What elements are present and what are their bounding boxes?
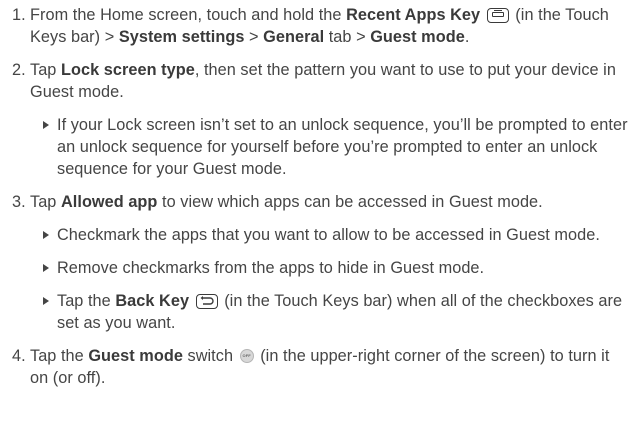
switch-icon: OFF: [239, 349, 254, 363]
document-page: 1. From the Home screen, touch and hold …: [0, 0, 637, 448]
bullet-triangle-icon: [43, 231, 49, 239]
step-2: 2. Tap Lock screen type, then set the pa…: [12, 59, 631, 103]
general-tab-label: General: [263, 28, 325, 46]
step-number: 2.: [12, 61, 26, 79]
step-number: 1.: [12, 6, 26, 24]
step-text: Tap: [30, 61, 61, 79]
sub-item: If your Lock screen isn’t set to an unlo…: [42, 114, 631, 180]
recent-apps-key-label: Recent Apps Key: [346, 6, 481, 24]
bullet-triangle-icon: [43, 297, 49, 305]
sub-item-text: If your Lock screen isn’t set to an unlo…: [57, 116, 628, 178]
recent-apps-key-icon: [486, 8, 509, 23]
system-settings-label: System settings: [118, 28, 245, 46]
step-1: 1. From the Home screen, touch and hold …: [12, 4, 631, 48]
guest-mode-switch-label: Guest mode: [88, 347, 183, 365]
back-key-icon: [195, 294, 218, 309]
lock-screen-type-label: Lock screen type: [60, 61, 195, 79]
allowed-app-label: Allowed app: [60, 193, 158, 211]
step-text: >: [244, 28, 264, 46]
step-text: .: [464, 28, 470, 46]
step-text: Tap: [30, 193, 61, 211]
step-text: Tap the: [30, 347, 89, 365]
step-4: 4. Tap the Guest mode switch OFF (in the…: [12, 345, 631, 389]
sub-item: Remove checkmarks from the apps to hide …: [42, 257, 631, 279]
sub-item-text: Checkmark the apps that you want to allo…: [57, 226, 600, 244]
bullet-triangle-icon: [43, 121, 49, 129]
back-key-label: Back Key: [115, 292, 190, 310]
switch-off-text: OFF: [242, 353, 251, 358]
step-number: 4.: [12, 347, 26, 365]
step-number: 3.: [12, 193, 26, 211]
step-3: 3. Tap Allowed app to view which apps ca…: [12, 191, 631, 213]
step-text: tab >: [324, 28, 371, 46]
guest-mode-label: Guest mode: [370, 28, 465, 46]
step-text: to view which apps can be accessed in Gu…: [157, 193, 543, 211]
step-text: From the Home screen, touch and hold the: [30, 6, 347, 24]
sub-item: Tap the Back Key (in the Touch Keys bar)…: [42, 290, 631, 334]
sub-item-text: Remove checkmarks from the apps to hide …: [57, 259, 485, 277]
sub-item-text: Tap the: [57, 292, 116, 310]
bullet-triangle-icon: [43, 264, 49, 272]
sub-item: Checkmark the apps that you want to allo…: [42, 224, 631, 246]
step-text: switch: [182, 347, 238, 365]
